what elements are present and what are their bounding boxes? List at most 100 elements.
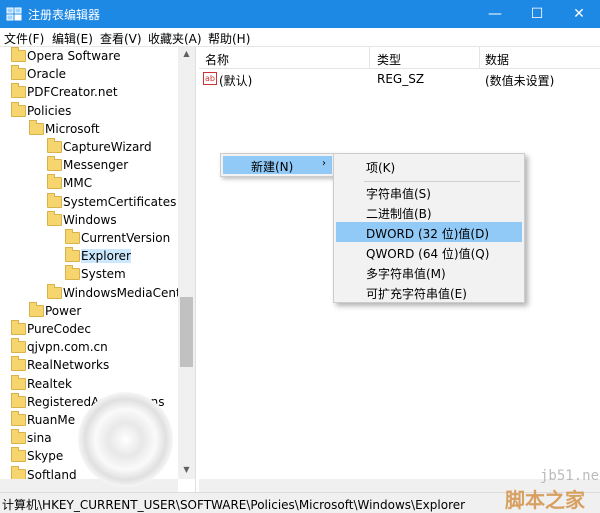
submenu-item-label: 项(K) <box>366 161 396 175</box>
tree-node[interactable]: ⌄Windows <box>0 210 180 230</box>
menu-favorites[interactable]: 收藏夹(A) <box>148 30 202 47</box>
tree-node-label: CaptureWizard <box>63 140 152 154</box>
column-type[interactable]: 类型 <box>377 51 401 68</box>
submenu-item-label: 二进制值(B) <box>366 207 432 221</box>
folder-icon <box>11 411 26 426</box>
folder-icon <box>11 320 26 335</box>
tree-node-label: Power <box>45 303 82 318</box>
scroll-up-icon[interactable]: ▲ <box>178 49 195 58</box>
column-data[interactable]: 数据 <box>485 51 509 68</box>
menu-help[interactable]: 帮助(H) <box>208 30 250 47</box>
tree-node[interactable]: RealNetworks <box>0 356 180 375</box>
folder-icon <box>65 247 80 263</box>
submenu-item-label: 字符串值(S) <box>366 187 431 201</box>
submenu-item-qword[interactable]: QWORD (64 位)值(Q) <box>336 242 522 262</box>
folder-icon <box>11 101 26 117</box>
submenu-item-multi-string[interactable]: 多字符串值(M) <box>336 262 522 282</box>
tree-node-label: MMC <box>63 176 93 191</box>
tree-node[interactable]: ›Messenger <box>0 156 180 175</box>
tree-node[interactable]: ›CurrentVersion <box>0 229 180 248</box>
folder-icon <box>47 283 62 299</box>
submenu-item-string[interactable]: 字符串值(S) <box>336 182 522 202</box>
submenu-item-label: 可扩充字符串值(E) <box>366 287 467 301</box>
folder-icon <box>65 265 80 281</box>
tree-node[interactable]: qjvpn.com.cn <box>0 338 180 357</box>
menu-view[interactable]: 查看(V) <box>100 30 142 47</box>
scroll-down-icon[interactable]: ▼ <box>178 465 195 474</box>
value-type: REG_SZ <box>377 72 425 86</box>
scrollbar-thumb[interactable] <box>180 297 193 367</box>
folder-icon <box>47 138 62 153</box>
submenu-item-label: DWORD (32 位)值(D) <box>366 227 489 241</box>
tree-node[interactable]: CaptureWizard <box>0 138 180 157</box>
tree-node-label: Windows <box>63 212 117 227</box>
column-divider[interactable] <box>479 47 480 69</box>
close-button[interactable]: ✕ <box>558 0 600 28</box>
tree-node[interactable]: PureCodec <box>0 320 180 339</box>
maximize-button[interactable]: ☐ <box>516 0 558 28</box>
folder-icon <box>11 65 26 81</box>
submenu-item-label: 多字符串值(M) <box>366 267 446 281</box>
tree-node-label: sina <box>27 431 52 446</box>
folder-icon <box>11 356 26 372</box>
folder-icon <box>11 47 26 62</box>
submenu-item-dword[interactable]: DWORD (32 位)值(D) <box>336 222 522 242</box>
value-data: (数值未设置) <box>485 74 555 88</box>
tree-node[interactable]: Opera Software <box>0 47 180 66</box>
tree-node[interactable]: Oracle <box>0 65 180 84</box>
watermark-brand: 脚本之家 <box>505 488 585 512</box>
menu-item-new[interactable]: 新建(N) › <box>223 156 332 174</box>
string-value-icon: ab <box>203 72 217 85</box>
context-menu: 新建(N) › <box>220 153 335 177</box>
tree-node-label: WindowsMediaCenter <box>63 285 193 300</box>
folder-icon <box>29 301 44 317</box>
tree-node-label: Opera Software <box>27 49 121 63</box>
column-divider[interactable] <box>369 47 370 69</box>
folder-icon <box>11 392 26 408</box>
values-header: 名称 类型 数据 <box>199 47 600 69</box>
tree-node-label: RuanMe <box>27 413 76 427</box>
folder-icon <box>47 192 62 208</box>
tree-node[interactable]: Realtek <box>0 374 180 394</box>
pane-splitter[interactable] <box>195 47 199 492</box>
tree-node[interactable]: Explorer <box>0 247 180 266</box>
tree-node-label: CurrentVersion <box>81 231 171 245</box>
menu-edit[interactable]: 编辑(E) <box>52 30 93 47</box>
tree-node-label: Policies <box>27 103 72 118</box>
tree-node[interactable]: ⌄Policies <box>0 101 180 121</box>
tree-node-label: Microsoft <box>45 121 100 136</box>
tree-node-label: Oracle <box>27 67 67 82</box>
tree-node[interactable]: System <box>0 265 180 284</box>
window-title: 注册表编辑器 <box>28 8 101 22</box>
tree-node-label: PDFCreator.net <box>27 85 118 100</box>
minimize-button[interactable]: — <box>474 0 516 28</box>
tree-vertical-scrollbar[interactable]: ▲ ▼ <box>178 47 195 479</box>
column-name[interactable]: 名称 <box>205 51 229 68</box>
folder-icon <box>11 374 26 390</box>
watermark-site: jb51.net <box>540 468 600 484</box>
tree-node-label: RealNetworks <box>27 358 110 373</box>
menu-file[interactable]: 文件(F) <box>4 30 44 47</box>
status-path: 计算机\HKEY_CURRENT_USER\SOFTWARE\Policies\… <box>2 498 466 512</box>
tree-node[interactable]: PDFCreator.net <box>0 83 180 102</box>
tree-horizontal-scrollbar[interactable] <box>0 479 178 492</box>
tree-node-label: Messenger <box>63 158 129 173</box>
folder-icon <box>65 229 80 244</box>
folder-icon <box>11 338 26 354</box>
tree-node[interactable]: ›Power <box>0 301 180 321</box>
tree-node-label: PureCodec <box>27 322 92 336</box>
folder-icon <box>11 83 26 99</box>
loading-splash-graphic <box>78 392 173 487</box>
tree-node[interactable]: MMC <box>0 174 180 193</box>
submenu-item-expandable-string[interactable]: 可扩充字符串值(E) <box>336 282 522 302</box>
folder-icon <box>11 447 26 463</box>
new-submenu: 项(K) 字符串值(S) 二进制值(B) DWORD (32 位)值(D) QW… <box>333 153 525 303</box>
menu-bar: 文件(F) 编辑(E) 查看(V) 收藏夹(A) 帮助(H) <box>0 28 600 47</box>
submenu-item-binary[interactable]: 二进制值(B) <box>336 202 522 222</box>
tree-node[interactable]: ›SystemCertificates <box>0 192 180 212</box>
submenu-item-key[interactable]: 项(K) <box>336 156 522 176</box>
tree-node[interactable]: WindowsMediaCenter <box>0 283 193 303</box>
tree-node[interactable]: ⌄Microsoft <box>0 119 180 139</box>
regedit-app-icon <box>6 7 22 21</box>
value-row[interactable]: ab (默认) REG_SZ (数值未设置) <box>199 69 600 88</box>
